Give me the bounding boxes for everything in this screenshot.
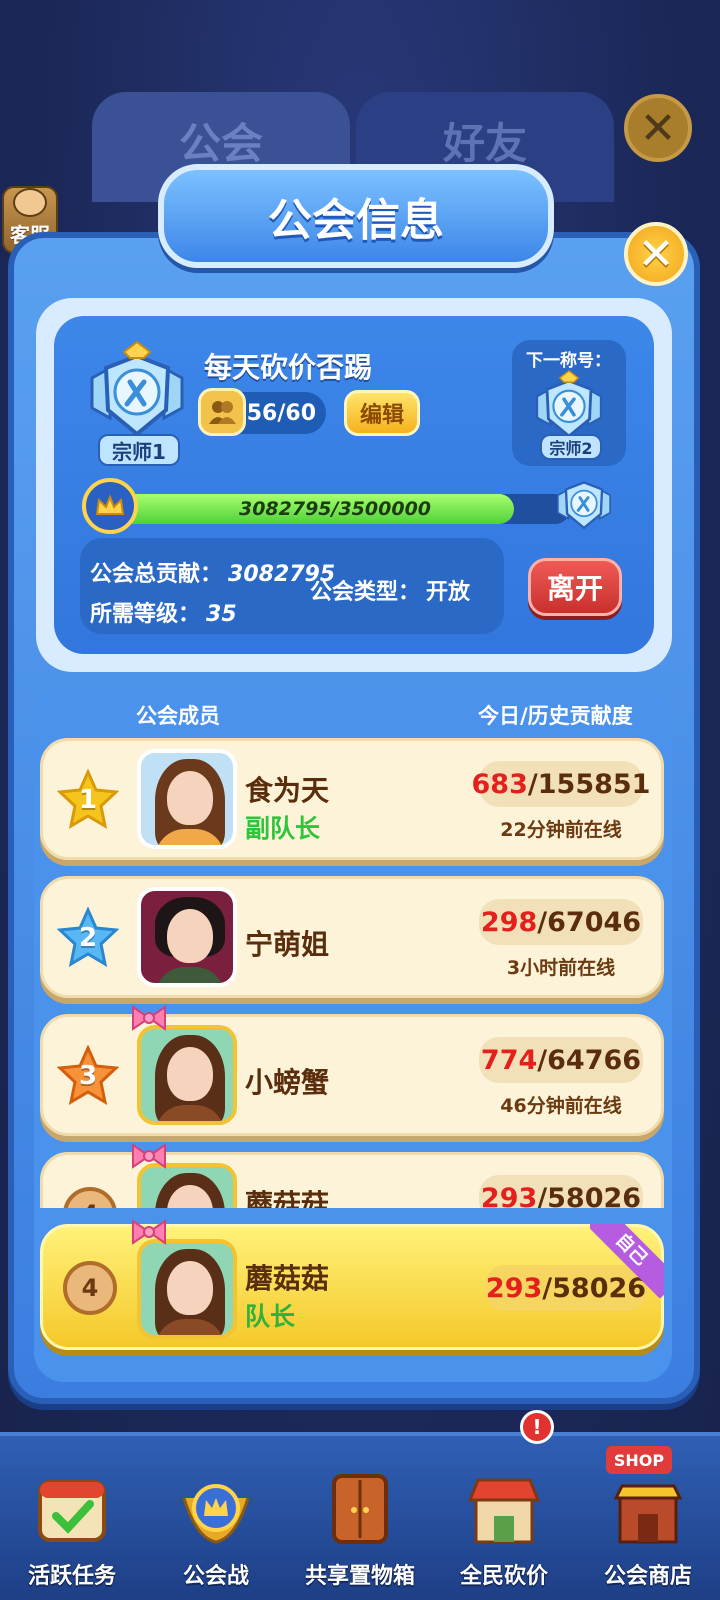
list-item[interactable]: 2 宁萌姐 298/67046 3小时前在线 <box>40 876 664 998</box>
online-status: 3小时前在线 <box>506 957 616 979</box>
today-contribution: 293 <box>480 1182 538 1209</box>
nav-active-tasks[interactable]: 活跃任务 <box>0 1436 144 1600</box>
online-status: 46分钟前在线 <box>500 1095 622 1117</box>
member-name: 蘑菇菇 <box>245 1262 330 1295</box>
rank-number: 2 <box>78 923 98 953</box>
cabinet-icon <box>332 1474 388 1544</box>
total-contribution-label: 公会总贡献： <box>90 562 223 587</box>
contribution-score: 683/155851 <box>472 761 650 807</box>
member-name: 蘑菇菇 <box>245 1188 330 1208</box>
total-contribution: 公会总贡献： 3082795 <box>90 556 335 588</box>
required-level-label: 所需等级： <box>90 602 201 627</box>
today-contribution: 293 <box>485 1272 543 1304</box>
guild-progress-text: 3082795/3500000 <box>238 498 432 520</box>
list-item[interactable]: 3 小螃蟹 774/64766 46分钟前在线 <box>40 1005 664 1136</box>
member-role: 副队长 <box>245 814 321 843</box>
list-item[interactable]: 4 蘑菇菇 293/58026 <box>40 1143 664 1208</box>
required-level: 所需等级： 35 <box>90 596 237 628</box>
self-list-item[interactable]: 4 蘑菇菇 队长 293/58026 自己 <box>40 1219 664 1350</box>
contribution-score: 298/67046 <box>479 899 643 945</box>
nav-label: 公会战 <box>182 1564 249 1589</box>
nav-bargain[interactable]: 全民砍价 <box>432 1436 576 1600</box>
avatar[interactable] <box>137 1239 237 1339</box>
crown-icon <box>82 478 138 534</box>
today-contribution: 683 <box>471 768 528 800</box>
bow-icon <box>132 1005 166 1031</box>
nav-label: 共享置物箱 <box>304 1564 415 1589</box>
total-contribution-history: /155851 <box>527 768 651 800</box>
guild-name: 每天砍价否踢 <box>204 351 373 384</box>
required-level-value: 35 <box>206 602 237 627</box>
customer-service-icon <box>13 188 47 217</box>
contribution-header: 今日/历史贡献度 <box>478 704 633 728</box>
self-row[interactable]: 4 蘑菇菇 队长 293/58026 自己 <box>34 1214 672 1354</box>
crown-shield-icon <box>182 1484 250 1544</box>
guild-type-label: 公会类型： <box>310 580 421 605</box>
rank-number: 1 <box>78 785 98 815</box>
dialog-title: 公会信息 <box>158 164 554 268</box>
store-icon <box>467 1478 541 1544</box>
total-contribution-history: /64766 <box>537 1044 642 1076</box>
bow-icon <box>132 1219 166 1245</box>
member-name: 食为天 <box>245 774 330 807</box>
nav-label: 活跃任务 <box>27 1564 116 1589</box>
member-name: 宁萌姐 <box>245 928 330 961</box>
nav-label: 全民砍价 <box>459 1564 548 1589</box>
total-contribution-history: /58026 <box>537 1182 642 1209</box>
next-rank-tag: 宗师2 <box>540 434 602 460</box>
close-button[interactable]: ✕ <box>624 222 688 286</box>
contribution-score: 774/64766 <box>479 1037 643 1083</box>
nav-guild-war[interactable]: 公会战 <box>144 1436 288 1600</box>
bow-icon <box>132 1143 166 1169</box>
alert-badge: ! <box>520 1410 554 1444</box>
leave-button[interactable]: 离开 <box>528 558 622 616</box>
self-ribbon-label: 自己 <box>590 1224 664 1298</box>
total-contribution-history: /67046 <box>537 906 642 938</box>
member-role: 队长 <box>245 1302 296 1331</box>
guild-type: 公会类型： 开放 <box>310 574 470 606</box>
rank-number: 3 <box>78 1061 98 1091</box>
guild-rank-tag: 宗师1 <box>98 434 180 466</box>
members-icon <box>198 388 246 436</box>
nav-shared-storage[interactable]: 共享置物箱 <box>288 1436 432 1600</box>
list-item[interactable]: 1 食为天 副队长 683/155851 22分钟前在线 <box>40 738 664 860</box>
self-ribbon: 自己 <box>590 1224 664 1298</box>
rank-number: 4 <box>63 1261 117 1315</box>
today-contribution: 298 <box>480 906 538 938</box>
member-name: 小螃蟹 <box>245 1066 330 1099</box>
nav-label: 公会商店 <box>603 1564 692 1589</box>
contribution-score: 293/58026 <box>479 1175 643 1208</box>
edit-button[interactable]: 编辑 <box>344 390 420 436</box>
rank-number: 4 <box>63 1187 117 1208</box>
shop-icon <box>613 1484 683 1544</box>
members-header: 公会成员 <box>136 704 220 728</box>
shop-tag: SHOP <box>606 1446 672 1474</box>
today-contribution: 774 <box>480 1044 538 1076</box>
calendar-check-icon <box>38 1480 106 1542</box>
avatar[interactable] <box>137 749 237 849</box>
background-close-button[interactable]: ✕ <box>624 94 692 162</box>
avatar[interactable] <box>137 887 237 987</box>
online-status: 22分钟前在线 <box>500 819 622 841</box>
guild-type-value: 开放 <box>426 580 471 605</box>
progress-target-badge-icon <box>556 481 612 530</box>
avatar[interactable] <box>137 1025 237 1125</box>
members-list[interactable]: 1 食为天 副队长 683/155851 22分钟前在线 2 宁萌姐 298/6… <box>34 734 672 1208</box>
guild-rank-badge-icon <box>90 340 184 437</box>
